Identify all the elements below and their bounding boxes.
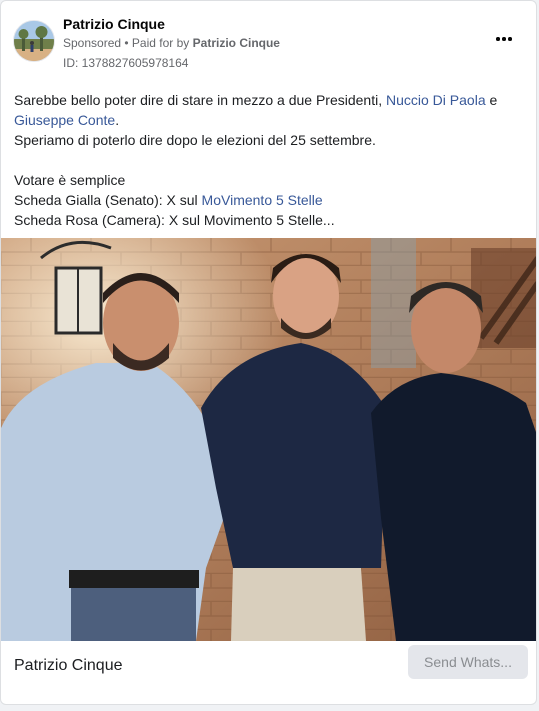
body-text-segment: Scheda Gialla (Senato): X sul: [14, 192, 202, 208]
mention-movimento-5-stelle[interactable]: MoVimento 5 Stelle: [202, 192, 323, 208]
body-line-5: Scheda Gialla (Senato): X sul MoVimento …: [14, 190, 524, 210]
sponsored-label: Sponsored: [63, 36, 122, 50]
body-text-segment: .: [115, 112, 120, 128]
footer-page-name[interactable]: Patrizio Cinque: [14, 657, 123, 675]
ad-id: ID: 1378827605978164: [63, 56, 189, 70]
ad-image[interactable]: [1, 238, 536, 641]
more-options-button[interactable]: [492, 29, 516, 49]
ad-photo: [1, 238, 536, 641]
ad-card: Patrizio Cinque Sponsored • Paid for by …: [0, 0, 537, 705]
ad-header: Patrizio Cinque Sponsored • Paid for by …: [13, 15, 524, 71]
body-line-3: Speriamo di poterlo dire dopo le elezion…: [14, 132, 376, 148]
avatar-image: [14, 21, 54, 61]
body-line-4: Votare è semplice: [14, 172, 126, 188]
paid-for-label: Paid for by: [131, 36, 190, 50]
meta-separator: •: [121, 36, 132, 50]
body-line-6: Scheda Rosa (Camera): X sul Movimento 5 …: [14, 212, 335, 228]
mention-giuseppe-conte[interactable]: Giuseppe Conte: [14, 112, 115, 128]
body-line-1: Sarebbe bello poter dire di stare in mez…: [14, 90, 524, 110]
more-horizontal-icon: [495, 37, 513, 41]
ad-body-text: Sarebbe bello poter dire di stare in mez…: [14, 90, 524, 230]
ad-footer: Patrizio Cinque Send Whats...: [1, 641, 536, 704]
page-avatar[interactable]: [13, 20, 55, 62]
sponsored-meta: Sponsored • Paid for by Patrizio Cinque: [63, 36, 280, 50]
body-line-2: Giuseppe Conte.: [14, 110, 524, 130]
page-name-link[interactable]: Patrizio Cinque: [63, 16, 165, 32]
body-text-segment: Sarebbe bello poter dire di stare in mez…: [14, 92, 386, 108]
paid-for-name: Patrizio Cinque: [192, 36, 280, 50]
send-whatsapp-button[interactable]: Send Whats...: [408, 645, 528, 679]
mention-nuccio-di-paola[interactable]: Nuccio Di Paola: [386, 92, 486, 108]
body-text-segment: e: [485, 92, 498, 108]
